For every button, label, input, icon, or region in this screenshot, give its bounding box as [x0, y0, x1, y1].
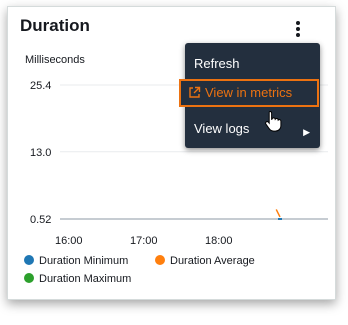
submenu-triangle-right-icon: ▶ — [303, 127, 310, 137]
legend-item-duration-maximum[interactable]: Duration Maximum — [24, 273, 131, 285]
hand-pointer-cursor-icon — [265, 110, 282, 132]
menu-item-view-logs[interactable]: View logs — [194, 121, 249, 136]
legend-label-maximum: Duration Maximum — [39, 273, 132, 285]
menu-item-view-in-metrics[interactable]: View in metrics — [188, 85, 292, 100]
legend-item-duration-minimum[interactable]: Duration Minimum — [24, 255, 128, 267]
y-tick-label: 13.0 — [30, 147, 51, 159]
y-tick-label: 0.52 — [30, 214, 51, 226]
legend-label-minimum: Duration Minimum — [39, 255, 129, 267]
y-tick-label: 25.4 — [30, 80, 51, 92]
legend-swatch-minimum — [24, 255, 34, 265]
view-in-metrics-label: View in metrics — [205, 85, 293, 100]
x-tick-label: 18:00 — [205, 235, 233, 247]
menu-item-view-in-metrics-highlight[interactable]: View in metrics — [179, 79, 319, 107]
legend-swatch-average — [155, 255, 165, 265]
x-tick-label: 16:00 — [55, 235, 83, 247]
legend-swatch-maximum — [24, 273, 34, 283]
legend-item-duration-average[interactable]: Duration Average — [155, 255, 255, 267]
external-link-icon — [189, 86, 201, 98]
legend-label-average: Duration Average — [170, 255, 255, 267]
widget-actions-dropdown: Refresh View in metrics View logs ▶ — [179, 43, 320, 148]
series-line-1 — [275, 209, 281, 218]
x-tick-label: 17:00 — [130, 235, 158, 247]
menu-item-refresh[interactable]: Refresh — [194, 56, 240, 71]
